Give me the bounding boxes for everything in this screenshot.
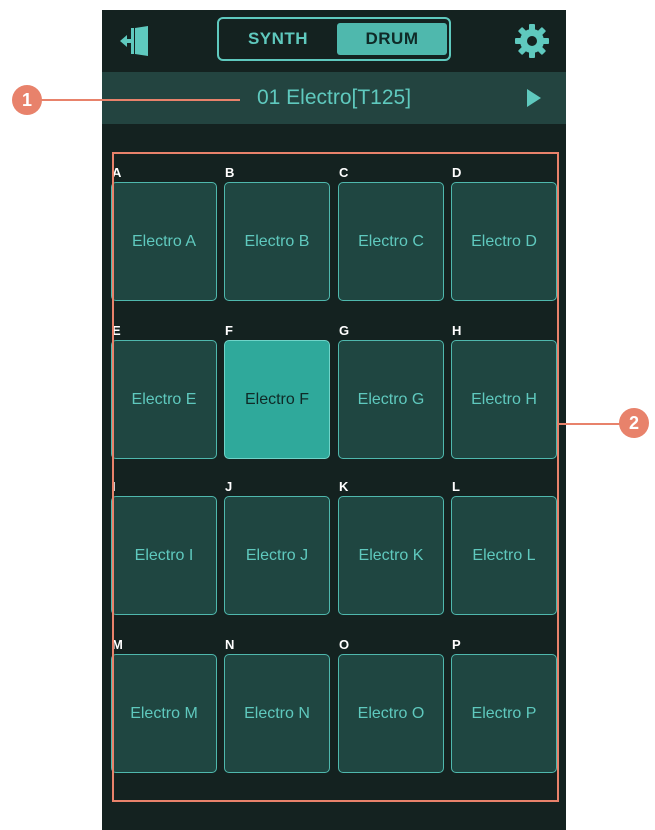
pad-a-button[interactable]: Electro A <box>111 182 217 301</box>
pad-cell-d: D Electro D <box>451 166 559 316</box>
pad-letter: L <box>452 479 460 494</box>
pad-letter: O <box>339 637 350 652</box>
pad-letter: P <box>452 637 461 652</box>
exit-door-icon <box>120 26 148 56</box>
pad-letter: E <box>112 323 121 338</box>
settings-button[interactable] <box>514 23 550 59</box>
pad-cell-k: K Electro K <box>338 480 446 630</box>
pad-cell-f: F Electro F <box>224 324 332 474</box>
pad-cell-n: N Electro N <box>224 638 332 788</box>
drum-tab[interactable]: DRUM <box>337 23 447 55</box>
pads-callout-line <box>559 423 623 425</box>
synth-tab[interactable]: SYNTH <box>223 23 333 55</box>
pad-letter: H <box>452 323 462 338</box>
pad-h-button[interactable]: Electro H <box>451 340 557 459</box>
pad-cell-e: E Electro E <box>111 324 219 474</box>
pad-e-button[interactable]: Electro E <box>111 340 217 459</box>
pad-letter: K <box>339 479 349 494</box>
pad-cell-a: A Electro A <box>111 166 219 316</box>
pad-letter: N <box>225 637 235 652</box>
pad-m-button[interactable]: Electro M <box>111 654 217 773</box>
pad-g-button[interactable]: Electro G <box>338 340 444 459</box>
pad-cell-c: C Electro C <box>338 166 446 316</box>
pad-i-button[interactable]: Electro I <box>111 496 217 615</box>
pad-cell-g: G Electro G <box>338 324 446 474</box>
pad-k-button[interactable]: Electro K <box>338 496 444 615</box>
pad-cell-j: J Electro J <box>224 480 332 630</box>
pad-f-button[interactable]: Electro F <box>224 340 330 459</box>
mode-toggle: SYNTH DRUM <box>217 17 451 61</box>
pad-d-button[interactable]: Electro D <box>451 182 557 301</box>
pad-cell-m: M Electro M <box>111 638 219 788</box>
pad-cell-p: P Electro P <box>451 638 559 788</box>
drum-screen: SYNTH DRUM 01 Electro[T125] A Electro A … <box>102 10 566 830</box>
pad-l-button[interactable]: Electro L <box>451 496 557 615</box>
pad-letter: A <box>112 165 122 180</box>
pad-o-button[interactable]: Electro O <box>338 654 444 773</box>
pad-cell-i: I Electro I <box>111 480 219 630</box>
play-triangle-icon <box>527 89 541 107</box>
pad-n-button[interactable]: Electro N <box>224 654 330 773</box>
pad-p-button[interactable]: Electro P <box>451 654 557 773</box>
pads-callout-badge: 2 <box>619 408 649 438</box>
pad-j-button[interactable]: Electro J <box>224 496 330 615</box>
preset-callout-badge: 1 <box>12 85 42 115</box>
pad-c-button[interactable]: Electro C <box>338 182 444 301</box>
pad-cell-o: O Electro O <box>338 638 446 788</box>
pad-b-button[interactable]: Electro B <box>224 182 330 301</box>
pad-letter: C <box>339 165 349 180</box>
pad-letter: B <box>225 165 235 180</box>
next-preset-button[interactable] <box>526 88 542 108</box>
gear-icon <box>515 24 549 58</box>
exit-button[interactable] <box>118 24 154 58</box>
pad-letter: M <box>112 637 123 652</box>
pad-letter: J <box>225 479 233 494</box>
pad-cell-l: L Electro L <box>451 480 559 630</box>
pad-letter: G <box>339 323 350 338</box>
pad-cell-b: B Electro B <box>224 166 332 316</box>
preset-name[interactable]: 01 Electro[T125] <box>102 72 566 124</box>
pad-letter: I <box>112 479 116 494</box>
pad-letter: F <box>225 323 233 338</box>
pad-letter: D <box>452 165 462 180</box>
preset-bar: 01 Electro[T125] <box>102 72 566 124</box>
preset-callout-line <box>40 99 240 101</box>
pad-cell-h: H Electro H <box>451 324 559 474</box>
top-bar: SYNTH DRUM <box>102 10 566 72</box>
